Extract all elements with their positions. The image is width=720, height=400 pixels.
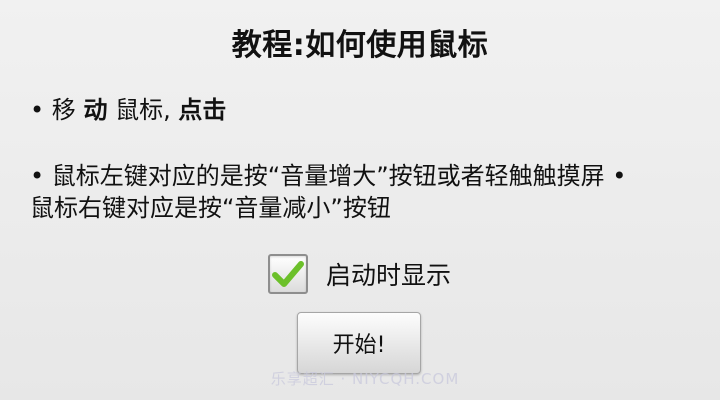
text-mouse: 鼠标, <box>115 96 171 124</box>
start-button[interactable]: 开始! <box>297 312 421 374</box>
bullet: • <box>30 96 52 124</box>
text-move: 移 <box>51 96 76 124</box>
checkmark-icon <box>272 261 304 287</box>
instruction-line-right-button: 鼠标右键对应是按“音量减小”按钮 <box>30 194 391 222</box>
show-on-start-checkbox[interactable] <box>268 254 308 294</box>
show-on-start-row[interactable]: 启动时显示 <box>268 252 451 296</box>
instruction-line-move-click: • 移 动 鼠标, 点击 <box>30 94 700 126</box>
instruction-line-left-button: • 鼠标左键对应的是按“音量增大”按钮或者轻触触摸屏 • <box>30 162 627 190</box>
dialog-title: 教程:如何使用鼠标 <box>231 28 489 63</box>
text-click: 点击 <box>178 96 227 124</box>
tutorial-dialog: 教程:如何使用鼠标 • 移 动 鼠标, 点击 • 鼠标左键对应的是按“音量增大”… <box>0 0 720 400</box>
show-on-start-label[interactable]: 启动时显示 <box>326 256 451 292</box>
text-dong: 动 <box>83 96 108 124</box>
watermark: 乐享超汇 · NIYCQH.COM <box>270 370 460 388</box>
